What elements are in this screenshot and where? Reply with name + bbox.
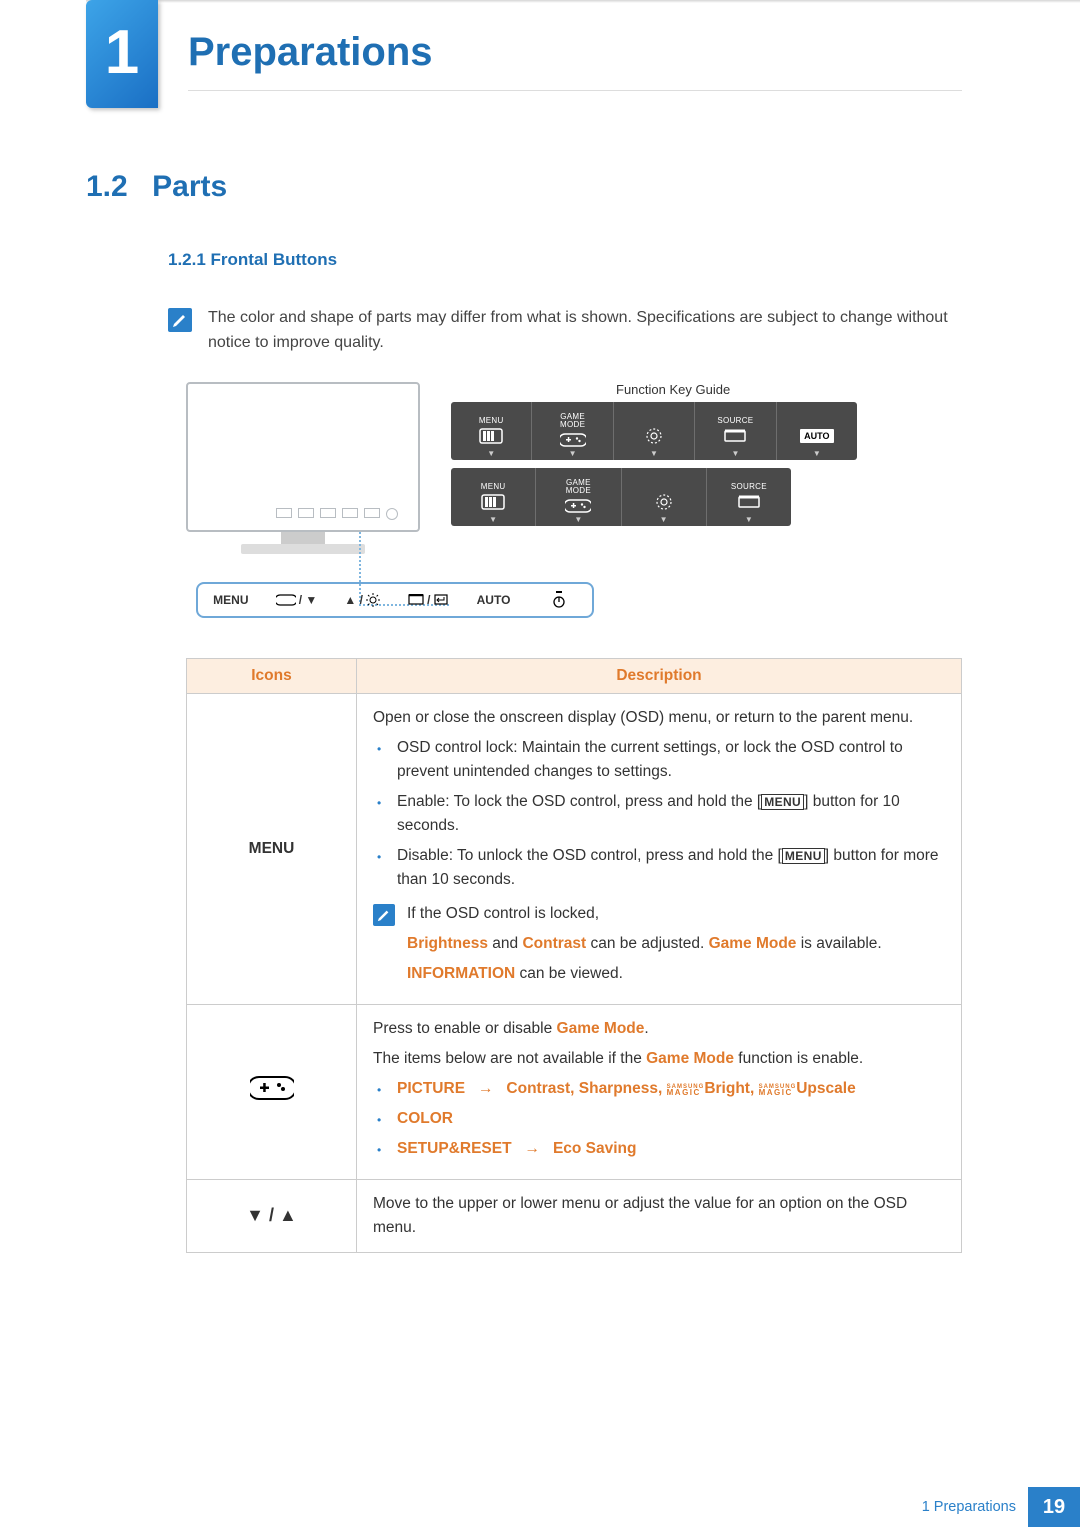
menu-bullet-disable: Disable: To unlock the OSD control, pres…: [391, 844, 945, 892]
table-row-arrows: ▼ / ▲ Move to the upper or lower menu or…: [187, 1179, 962, 1252]
strip-menu: MENU: [198, 593, 264, 607]
subnote-line1: If the OSD control is locked,: [407, 902, 882, 926]
osd-auto-label: AUTO: [800, 429, 833, 443]
osd-menu-label: MENU: [479, 417, 504, 425]
title-rule: [188, 90, 962, 91]
osd-game-label: GAMEMODE: [560, 413, 585, 429]
game-bullet-setupreset: SETUP&RESET → Eco Saving: [391, 1137, 945, 1161]
osd-guide-row-1: MENU ▼ GAMEMODE ▼ ▼ SOURCE ▼ AUTO ▼: [451, 402, 857, 460]
osd-source-label: SOURCE: [717, 417, 753, 425]
monitor-outline: [186, 382, 420, 532]
menu-inline-button-icon: MENU: [761, 794, 804, 810]
page-footer: 1 Preparations 19: [0, 1487, 1080, 1527]
menu-icon: [479, 428, 503, 444]
source-icon: [723, 428, 747, 444]
menu-inline-button-icon: MENU: [782, 848, 825, 864]
down-up-arrow-icon: ▼ / ▲: [187, 1179, 357, 1252]
physical-button-strip: MENU / ▼ ▲ / / AUTO: [196, 582, 594, 618]
chapter-title: Preparations: [188, 30, 433, 75]
note-text: The color and shape of parts may differ …: [208, 306, 962, 356]
icons-description-table: Icons Description MENU Open or close the…: [186, 658, 962, 1253]
frontal-buttons-diagram: Function Key Guide MENU ▼ GAMEMODE ▼ ▼ S…: [186, 382, 866, 642]
strip-up-bright: ▲ /: [329, 593, 395, 607]
subnote-line3: INFORMATION can be viewed.: [407, 962, 882, 986]
game-bullet-picture: PICTURE → Contrast, Sharpness, SAMSUNGMA…: [391, 1077, 945, 1101]
game-line1: Press to enable or disable Game Mode.: [373, 1017, 945, 1041]
menu-bullet-enable: Enable: To lock the OSD control, press a…: [391, 790, 945, 838]
note-icon: [373, 904, 395, 926]
top-shadow: [86, 0, 1080, 3]
arrows-desc: Move to the upper or lower menu or adjus…: [357, 1179, 962, 1252]
osd-guide-row-2: MENU ▼ GAMEMODE ▼ ▼ SOURCE ▼: [451, 468, 791, 526]
section-heading: 1.2 Parts: [86, 170, 962, 204]
footer-chapter-label: 1 Preparations: [922, 1499, 1016, 1515]
table-row-game: Press to enable or disable Game Mode. Th…: [187, 1004, 962, 1179]
table-row-menu: MENU Open or close the onscreen display …: [187, 693, 962, 1004]
strip-source-enter: /: [395, 593, 461, 607]
subnote-line2: Brightness and Contrast can be adjusted.…: [407, 932, 882, 956]
chapter-number-badge: 1: [86, 0, 158, 108]
menu-bullet-lock: OSD control lock: Maintain the current s…: [391, 736, 945, 784]
section-number: 1.2: [86, 170, 128, 204]
game-line2: The items below are not available if the…: [373, 1047, 945, 1071]
icon-menu-label: MENU: [187, 693, 357, 1004]
brightness-icon: [644, 426, 664, 446]
strip-auto: AUTO: [461, 593, 527, 607]
menu-desc-intro: Open or close the onscreen display (OSD)…: [373, 706, 945, 730]
gamepad-icon: [560, 432, 586, 448]
footer-page-number: 19: [1028, 1487, 1080, 1527]
menu-subnote: If the OSD control is locked, Brightness…: [373, 902, 945, 986]
strip-power-icon: [526, 591, 592, 609]
subsection-heading: 1.2.1 Frontal Buttons: [168, 250, 962, 270]
th-icons: Icons: [187, 658, 357, 693]
note-icon: [168, 308, 192, 332]
strip-game-down: / ▼: [264, 593, 330, 607]
section-title: Parts: [152, 170, 227, 204]
gamepad-icon: [187, 1004, 357, 1179]
note-block: The color and shape of parts may differ …: [168, 306, 962, 356]
function-key-guide-label: Function Key Guide: [616, 382, 730, 397]
game-bullet-color: COLOR: [391, 1107, 945, 1131]
th-description: Description: [357, 658, 962, 693]
